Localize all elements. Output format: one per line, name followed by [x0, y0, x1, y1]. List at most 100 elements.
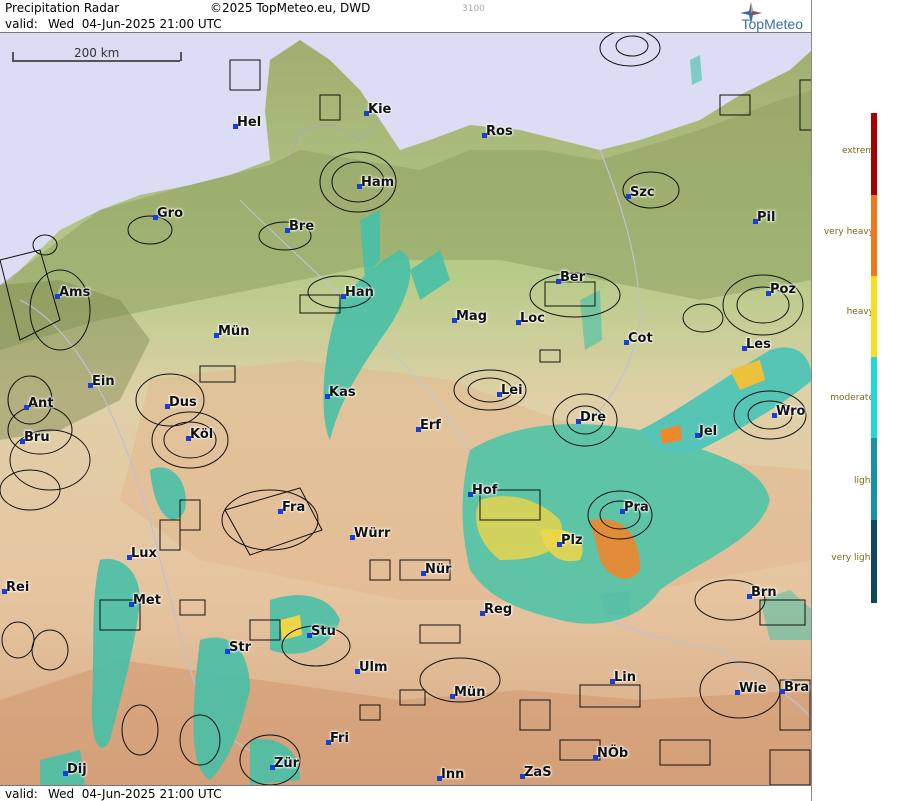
city-label-zas: ZaS: [520, 765, 552, 780]
legend-label-moderate: moderate: [830, 393, 874, 403]
city-label-bru: Bru: [20, 430, 50, 445]
map-title: Precipitation Radar: [5, 1, 120, 15]
scale-line: [12, 60, 180, 62]
city-dot: [325, 394, 330, 399]
legend-swatch-moderate: [871, 357, 877, 438]
city-label-bra: Bra: [780, 680, 809, 695]
city-dot: [24, 405, 29, 410]
city-label-ham: Ham: [357, 175, 394, 190]
radar-map[interactable]: Kie Hel Ros Ham Szc Gro Bre Pil Ber Poz …: [0, 0, 812, 801]
city-dot: [766, 291, 771, 296]
city-dot: [468, 492, 473, 497]
city-label-jel: Jel: [695, 424, 717, 439]
city-dot: [2, 589, 7, 594]
legend-swatch-light: [871, 438, 877, 520]
city-dot: [233, 124, 238, 129]
city-dot: [452, 318, 457, 323]
city-label-hof: Hof: [468, 483, 497, 498]
city-label-brn: Brn: [747, 585, 777, 600]
city-dot: [278, 509, 283, 514]
city-label-rei: Rei: [2, 580, 29, 595]
city-label-kie: Kie: [364, 102, 391, 117]
footer-valid-time: Wed 04-Jun-2025 21:00 UTC: [48, 787, 222, 801]
city-dot: [55, 294, 60, 299]
city-dot: [753, 219, 758, 224]
legend-label-very-light: very light: [831, 553, 874, 563]
city-dot: [350, 535, 355, 540]
footer-row: valid: Wed 04-Jun-2025 21:00 UTC: [0, 785, 811, 801]
copyright-text: ©2025 TopMeteo.eu, DWD: [210, 1, 371, 15]
city-label-ber: Ber: [556, 270, 585, 285]
city-label-hel: Hel: [233, 115, 261, 130]
city-dot: [421, 571, 426, 576]
city-dot: [129, 602, 134, 607]
city-dot: [747, 594, 752, 599]
city-label-pil: Pil: [753, 210, 775, 225]
city-dot: [355, 669, 360, 674]
city-dot: [63, 771, 68, 776]
city-label-dus: Dus: [165, 395, 197, 410]
city-dot: [88, 383, 93, 388]
city-dot: [772, 413, 777, 418]
city-dot: [307, 633, 312, 638]
city-label-bre: Bre: [285, 219, 314, 234]
city-dot: [742, 346, 747, 351]
city-label-ulm: Ulm: [355, 660, 388, 675]
footer-valid-label: valid:: [5, 787, 38, 801]
legend-panel: extrem very heavy heavy moderate light v…: [813, 0, 904, 801]
city-label-str: Str: [225, 640, 251, 655]
valid-time-row: valid: Wed 04-Jun-2025 21:00 UTC: [0, 16, 811, 33]
legend-label-extrem: extrem: [841, 146, 874, 156]
city-dot: [270, 765, 275, 770]
city-label-han: Han: [341, 285, 374, 300]
city-label-wie: Wie: [735, 681, 767, 696]
legend-label-heavy: heavy: [846, 307, 874, 317]
city-dot: [214, 333, 219, 338]
city-label-ams: Ams: [55, 285, 90, 300]
city-label-wur: Würr: [350, 526, 390, 541]
scale-label: 200 km: [74, 46, 120, 60]
city-dot: [416, 427, 421, 432]
city-label-lux: Lux: [127, 546, 157, 561]
valid-label: valid:: [5, 17, 38, 31]
city-dot: [520, 774, 525, 779]
city-dot: [610, 679, 615, 684]
compass-star-icon: [739, 2, 762, 24]
city-label-inn: Inn: [437, 767, 464, 782]
city-label-lei: Lei: [497, 383, 523, 398]
city-dot: [186, 436, 191, 441]
city-dot: [593, 755, 598, 760]
city-dot: [735, 690, 740, 695]
city-label-met: Met: [129, 593, 161, 608]
city-label-fri: Fri: [326, 731, 349, 746]
city-label-ant: Ant: [24, 396, 54, 411]
city-label-ros: Ros: [482, 124, 513, 139]
city-dot: [626, 194, 631, 199]
city-dot: [556, 279, 561, 284]
city-label-reg: Reg: [480, 602, 512, 617]
city-label-plz: Plz: [557, 533, 583, 548]
city-dot: [516, 320, 521, 325]
city-label-nob: NÖb: [593, 746, 628, 761]
scale-bar: 200 km: [12, 46, 182, 62]
city-label-mag: Mag: [452, 309, 487, 324]
city-dot: [620, 509, 625, 514]
city-label-nur: Nür: [421, 562, 452, 577]
city-label-dre: Dre: [576, 410, 606, 425]
city-dot: [557, 542, 562, 547]
city-label-cot: Cot: [624, 331, 653, 346]
legend-color-bar: [871, 113, 877, 603]
radar-frame: Kie Hel Ros Ham Szc Gro Bre Pil Ber Poz …: [0, 0, 904, 801]
legend-swatch-very-light: [871, 520, 877, 603]
header-row: Precipitation Radar ©2025 TopMeteo.eu, D…: [0, 0, 811, 16]
city-label-les: Les: [742, 337, 771, 352]
city-label-wro: Wro: [772, 404, 805, 419]
city-dot: [624, 340, 629, 345]
city-dot: [127, 555, 132, 560]
topmeteo-logo[interactable]: TopMeteo: [739, 2, 805, 32]
legend-swatch-heavy: [871, 276, 877, 357]
city-label-lin: Lin: [610, 670, 636, 685]
city-dot: [450, 694, 455, 699]
city-label-zur: Zür: [270, 756, 299, 771]
city-label-pra: Pra: [620, 500, 649, 515]
